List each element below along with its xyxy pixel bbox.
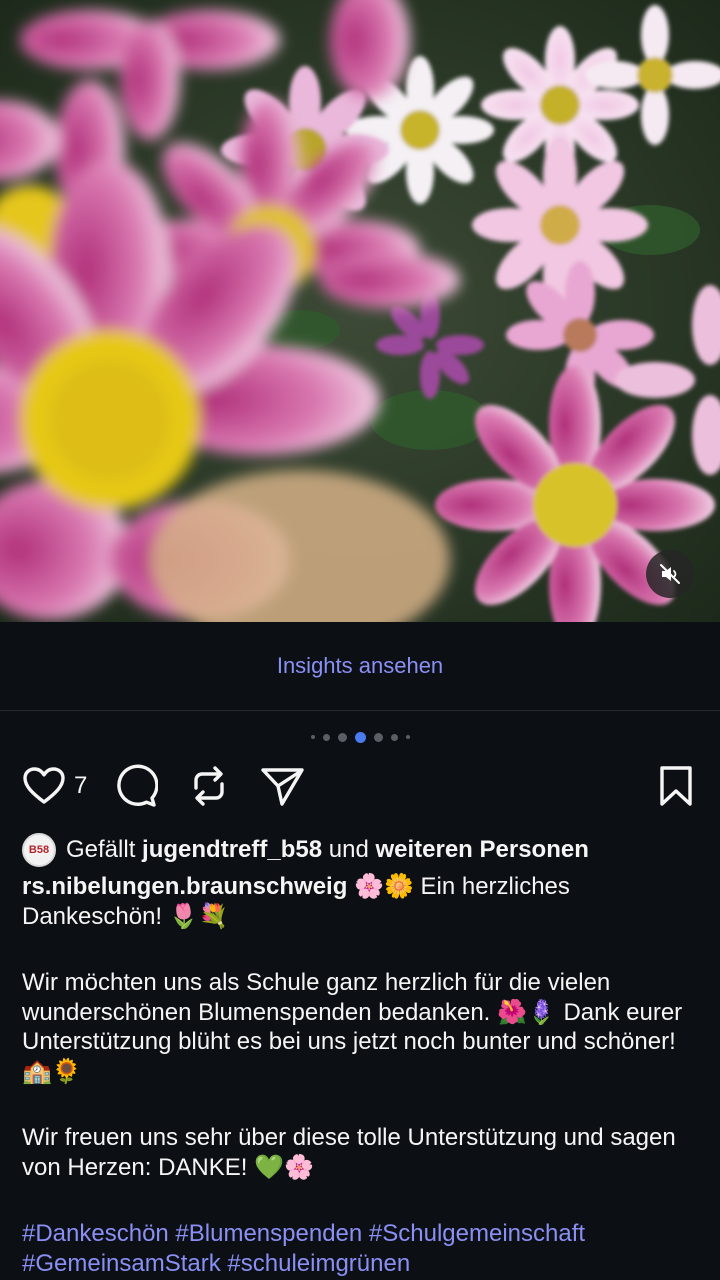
speaker-muted-icon <box>660 564 680 584</box>
caption-paragraph-3: Wir freuen uns sehr über diese tolle Unt… <box>22 1124 676 1181</box>
mute-button[interactable] <box>646 550 694 598</box>
liked-middle: und <box>328 836 369 863</box>
repost-icon <box>194 766 224 806</box>
liked-by-line: B58 Gefällt jugendtreff_b58 und weiteren… <box>22 832 702 868</box>
like-button[interactable]: 7 <box>22 762 87 810</box>
avatar[interactable]: B58 <box>22 833 56 867</box>
comment-icon <box>117 764 158 807</box>
carousel-dot <box>310 735 315 739</box>
carousel-dot <box>390 733 398 741</box>
liked-user[interactable]: jugendtreff_b58 <box>142 836 322 864</box>
liked-others[interactable]: weiteren Personen <box>375 836 588 864</box>
comment-button[interactable] <box>114 762 158 810</box>
save-button[interactable] <box>656 762 696 810</box>
repost-button[interactable] <box>188 762 230 810</box>
post-caption: rs.nibelungen.braunschweig 🌸🌼 Ein herzli… <box>22 872 698 1278</box>
post-media[interactable] <box>0 0 720 622</box>
caption-username[interactable]: rs.nibelungen.braunschweig <box>22 873 347 900</box>
avatar-label: B58 <box>28 844 50 856</box>
carousel-dot <box>322 733 330 741</box>
paper-plane-icon <box>261 768 304 806</box>
flower-photo <box>0 0 720 622</box>
carousel-indicator <box>0 731 720 743</box>
insights-link[interactable]: Insights ansehen <box>277 653 443 679</box>
carousel-dot <box>405 735 410 739</box>
action-bar: 7 <box>0 762 720 810</box>
share-button[interactable] <box>260 762 306 810</box>
heart-icon <box>23 767 65 804</box>
caption-paragraph-2: Wir möchten uns als Schule ganz herzlich… <box>22 969 683 1085</box>
liked-prefix: Gefällt <box>66 836 136 863</box>
carousel-dot <box>337 732 347 742</box>
carousel-dot <box>373 732 383 742</box>
like-count[interactable]: 7 <box>74 772 87 800</box>
carousel-dot <box>354 731 366 743</box>
bookmark-icon <box>660 766 692 806</box>
caption-hashtags[interactable]: #Dankeschön #Blumenspenden #Schulgemeins… <box>22 1219 698 1278</box>
insights-bar: Insights ansehen <box>0 622 720 711</box>
